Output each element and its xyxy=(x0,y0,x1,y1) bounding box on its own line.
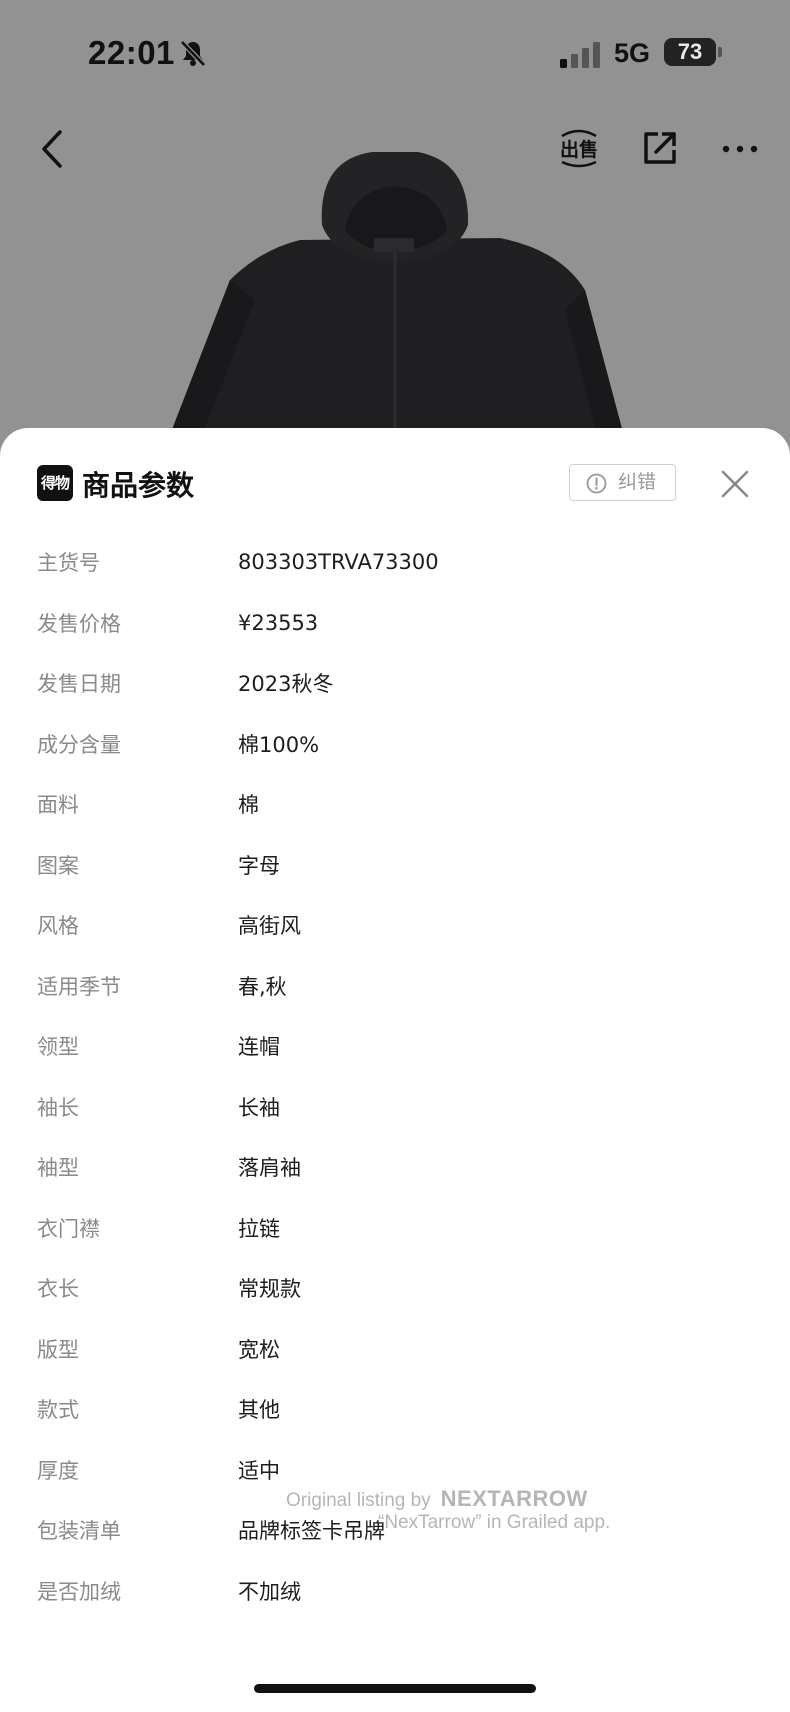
param-value: 品牌标签卡吊牌 xyxy=(238,1519,385,1544)
param-label: 图案 xyxy=(37,853,79,878)
param-value: 拉链 xyxy=(238,1216,280,1241)
signal-icon xyxy=(560,42,600,68)
param-row: 主货号 803303TRVA73300 xyxy=(0,532,790,593)
param-value: 宽松 xyxy=(238,1337,280,1362)
param-value: 其他 xyxy=(238,1398,280,1423)
param-label: 版型 xyxy=(37,1337,79,1362)
param-row: 包装清单 品牌标签卡吊牌 xyxy=(0,1500,790,1561)
param-value: 不加绒 xyxy=(238,1579,301,1604)
param-value: 常规款 xyxy=(238,1277,301,1302)
param-row: 图案 字母 xyxy=(0,835,790,896)
param-label: 发售价格 xyxy=(37,611,121,636)
param-row: 袖长 长袖 xyxy=(0,1077,790,1138)
param-label: 领型 xyxy=(37,1035,79,1060)
param-value: 字母 xyxy=(238,853,280,878)
param-value: 高街风 xyxy=(238,914,301,939)
param-row: 适用季节 春,秋 xyxy=(0,956,790,1017)
close-icon[interactable] xyxy=(719,468,751,500)
param-value: 803303TRVA73300 xyxy=(238,550,439,575)
param-value: 2023秋冬 xyxy=(238,672,334,697)
param-row: 款式 其他 xyxy=(0,1379,790,1440)
param-label: 厚度 xyxy=(37,1458,79,1483)
param-value: 棉 xyxy=(238,793,259,818)
param-row: 衣门襟 拉链 xyxy=(0,1198,790,1259)
sell-icon: 出售 xyxy=(560,129,598,168)
report-error-button[interactable]: 纠错 xyxy=(569,464,676,501)
home-indicator[interactable] xyxy=(254,1684,536,1693)
screen: 22:01 5G 73 出售 得物 商品参数 纠错 主货号 803303TRVA… xyxy=(0,0,790,1712)
param-label: 面料 xyxy=(37,793,79,818)
product-params-sheet: 得物 商品参数 纠错 主货号 803303TRVA73300 发售价格 ¥23553… xyxy=(0,428,790,1712)
param-value: 连帽 xyxy=(238,1035,280,1060)
sheet-header: 得物 商品参数 纠错 xyxy=(0,428,790,536)
param-label: 包装清单 xyxy=(37,1519,121,1544)
param-value: 春,秋 xyxy=(238,974,287,999)
param-row: 风格 高街风 xyxy=(0,895,790,956)
param-label: 主货号 xyxy=(37,551,100,576)
info-icon xyxy=(586,473,607,494)
param-label: 款式 xyxy=(37,1398,79,1423)
param-label: 袖型 xyxy=(37,1156,79,1181)
bell-off-icon xyxy=(180,40,206,67)
param-row: 发售价格 ¥23553 xyxy=(0,593,790,654)
param-label: 是否加绒 xyxy=(37,1579,121,1604)
params-list: 主货号 803303TRVA73300 发售价格 ¥23553 发售日期 2023秋冬… xyxy=(0,532,790,1621)
param-value: 落肩袖 xyxy=(238,1156,301,1181)
param-row: 是否加绒 不加绒 xyxy=(0,1561,790,1622)
more-icon[interactable] xyxy=(718,132,762,166)
param-row: 厚度 适中 xyxy=(0,1440,790,1501)
status-bar: 22:01 5G 73 xyxy=(0,0,790,110)
sell-label: 出售 xyxy=(560,138,598,161)
share-icon[interactable] xyxy=(640,128,680,168)
network-label: 5G xyxy=(614,38,651,68)
param-row: 发售日期 2023秋冬 xyxy=(0,653,790,714)
param-row: 版型 宽松 xyxy=(0,1319,790,1380)
param-label: 衣长 xyxy=(37,1277,79,1302)
brand-logo: 得物 xyxy=(37,465,73,501)
back-icon[interactable] xyxy=(36,126,70,172)
param-label: 适用季节 xyxy=(37,974,121,999)
status-time: 22:01 xyxy=(88,34,175,71)
param-value: ¥23553 xyxy=(238,610,319,635)
param-label: 风格 xyxy=(37,914,79,939)
param-label: 成分含量 xyxy=(37,732,121,757)
param-row: 袖型 落肩袖 xyxy=(0,1137,790,1198)
param-row: 面料 棉 xyxy=(0,774,790,835)
param-label: 发售日期 xyxy=(37,672,121,697)
sell-button[interactable]: 出售 xyxy=(556,126,602,170)
battery-indicator: 73 xyxy=(664,38,716,66)
param-value: 适中 xyxy=(238,1458,280,1483)
report-error-label: 纠错 xyxy=(618,471,657,493)
param-row: 成分含量 棉100% xyxy=(0,714,790,775)
battery-cap xyxy=(718,47,722,57)
param-row: 衣长 常规款 xyxy=(0,1258,790,1319)
param-value: 棉100% xyxy=(238,732,320,757)
sheet-title: 商品参数 xyxy=(82,469,195,502)
param-value: 长袖 xyxy=(238,1095,280,1120)
param-row: 领型 连帽 xyxy=(0,1016,790,1077)
param-label: 袖长 xyxy=(37,1095,79,1120)
param-label: 衣门襟 xyxy=(37,1216,100,1241)
